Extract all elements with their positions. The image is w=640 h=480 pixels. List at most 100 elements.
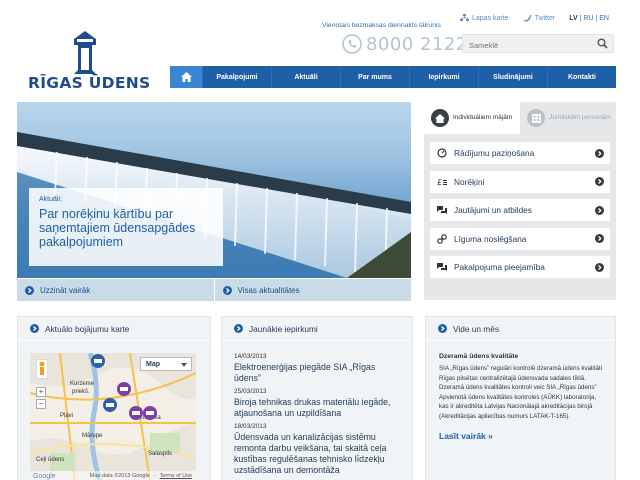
outage-marker-icon[interactable] [116, 381, 132, 397]
chevron-right-icon [595, 205, 604, 215]
logo-text: RĪGAS ŪDENS [28, 74, 151, 92]
lang-en[interactable]: EN [599, 15, 609, 22]
chevron-right-icon [595, 262, 604, 272]
tender-title[interactable]: Ūdensvada un kanalizācijas sistēmu remon… [234, 432, 400, 476]
sitemap-icon [460, 14, 469, 21]
outage-marker-icon[interactable] [102, 397, 118, 413]
building-icon [527, 109, 545, 127]
outage-map-box: Aktuālo bojājumu karte Kurzeme priekš. P… [17, 316, 211, 480]
search-icon[interactable] [597, 38, 608, 49]
service-label: Rādījumu paziņošana [454, 148, 535, 158]
google-logo: Google [33, 472, 56, 480]
box-title: Vide un mēs [453, 323, 499, 334]
map-place-label: Ceļi ūdens [36, 457, 65, 463]
sitemap-link[interactable]: Lapas karte [460, 14, 509, 22]
chevron-right-icon [595, 177, 604, 186]
read-more-link[interactable]: Lasīt vairāk » [439, 431, 603, 441]
all-news-label: Visas aktualitātes [237, 285, 300, 295]
chevron-down-icon [181, 363, 187, 367]
house-icon [431, 109, 449, 127]
zoom-out-button[interactable]: − [36, 399, 46, 409]
outage-marker-icon[interactable] [90, 353, 106, 369]
phone-icon [342, 34, 362, 54]
hero-caption[interactable]: Aktuāli: Par norēķinu kārtību par saņemt… [29, 188, 223, 266]
svg-text:£: £ [437, 178, 442, 187]
learn-more-link[interactable]: Uzzināt vairāk [17, 279, 214, 301]
lang-separator: | [595, 14, 598, 22]
tenders-box: Jaunākie iepirkumi 14/03/2013 Elektroene… [221, 316, 413, 480]
outage-map[interactable]: Kurzeme priekš. Pļavi Mārupe Ulbroka Sal… [30, 353, 196, 480]
tender-title[interactable]: Elektroenerģijas piegāde SIA „Rīgas ūden… [234, 362, 400, 384]
tab-legal[interactable]: Juridiskām personām [520, 102, 616, 134]
box-header[interactable]: Jaunākie iepirkumi [222, 317, 412, 341]
hotline-number: 8000 2122 [366, 33, 468, 55]
map-place-label: Salaspils [148, 451, 173, 457]
tender-title[interactable]: Biroja tehnikas drukas materiālu iegāde,… [234, 397, 400, 419]
tender-date: 25/03/2013 [234, 388, 267, 395]
search-box [462, 34, 614, 54]
nav-item-iepirkumi[interactable]: Iepirkumi [409, 66, 478, 88]
box-header[interactable]: Vide un mēs [426, 317, 615, 341]
lang-lv[interactable]: LV [569, 15, 577, 22]
service-list: Rādījumu paziņošana £ Norēķini Jautājumi… [424, 134, 616, 278]
chevron-right-icon [595, 148, 604, 158]
nav-item-pakalpojumi[interactable]: Pakalpojumi [202, 66, 271, 88]
water-tower-icon [74, 31, 96, 74]
box-header[interactable]: Aktuālo bojājumu karte [18, 317, 210, 341]
tab-individual[interactable]: Individuāliem mājām [424, 102, 520, 134]
nav-item-aktuali[interactable]: Aktuāli [271, 66, 340, 88]
map-footer-separator: - [153, 473, 156, 479]
service-label: Pakalpojuma pieejamība [454, 262, 545, 272]
twitter-icon [522, 14, 532, 22]
tab-legal-label: Juridiskām personām [549, 114, 611, 121]
chat-icon [437, 206, 447, 214]
nav-item-kontakti[interactable]: Kontakti [547, 66, 616, 88]
top-links: Lapas karte Twitter LV | RU | EN [460, 14, 609, 22]
article-text: SIA „Rīgas ūdens” regulāri kontrolē dzer… [439, 365, 603, 420]
home-icon [180, 72, 192, 82]
chat-icon [437, 263, 447, 271]
all-news-link[interactable]: Visas aktualitātes [213, 279, 412, 301]
article-heading: Dzeramā ūdens kvalitāte [439, 353, 519, 360]
service-faq[interactable]: Jautājumi un atbildes [430, 199, 610, 221]
map-terms-link[interactable]: Terms of Use [160, 473, 192, 479]
chevron-right-icon [438, 324, 447, 333]
twitter-link[interactable]: Twitter [522, 14, 556, 22]
zoom-in-button[interactable]: + [36, 387, 46, 397]
outage-marker-icon[interactable] [142, 405, 158, 421]
map-place-label: priekš. [72, 389, 90, 395]
logo[interactable]: RĪGAS ŪDENS [28, 30, 150, 92]
map-type-label: Map [146, 360, 160, 368]
map-type-select[interactable]: Map [140, 357, 192, 371]
hotline-label: Vienotais bezmaksas diennakts tālrunis [322, 22, 441, 29]
lang-ru[interactable]: RU [583, 15, 593, 22]
hotline[interactable]: 8000 2122 [342, 33, 468, 55]
pegman-icon[interactable] [36, 359, 48, 379]
service-readings[interactable]: Rādījumu paziņošana [430, 142, 610, 164]
twitter-label: Twitter [534, 14, 556, 22]
nav-item-sludinajumi[interactable]: Sludinājumi [478, 66, 547, 88]
hero-title[interactable]: Par norēķinu kārtību par saņemtajiem ūde… [39, 207, 213, 249]
service-availability[interactable]: Pakalpojuma pieejamība [430, 256, 610, 278]
tab-individual-label: Individuāliem mājām [453, 114, 513, 121]
chevron-right-icon [234, 324, 243, 333]
link-icon [437, 233, 447, 244]
nav-item-par-mums[interactable]: Par mums [340, 66, 409, 88]
service-payments[interactable]: £ Norēķini [430, 170, 610, 193]
box-title: Jaunākie iepirkumi [249, 323, 318, 334]
environment-box: Vide un mēs Dzeramā ūdens kvalitāte SIA … [425, 316, 616, 480]
hero-links: Uzzināt vairāk Visas aktualitātes [17, 279, 411, 301]
hero-banner[interactable]: Aktuāli: Par norēķinu kārtību par saņemt… [17, 102, 411, 278]
nav-home[interactable] [170, 66, 202, 88]
main-nav: Pakalpojumi Aktuāli Par mums Iepirkumi S… [170, 66, 616, 88]
map-place-label: Mārupe [82, 433, 103, 439]
service-contract[interactable]: Līguma noslēgšana [430, 227, 610, 250]
service-label: Norēķini [454, 176, 485, 187]
lang-separator: | [579, 14, 582, 22]
learn-more-label: Uzzināt vairāk [40, 285, 91, 295]
language-switcher: LV | RU | EN [569, 15, 609, 22]
service-label: Jautājumi un atbildes [454, 205, 532, 215]
search-input[interactable] [463, 37, 591, 54]
euro-icon: £ [437, 178, 447, 187]
map-footer: Google Map data ©2013 Google - Terms of … [30, 471, 196, 480]
